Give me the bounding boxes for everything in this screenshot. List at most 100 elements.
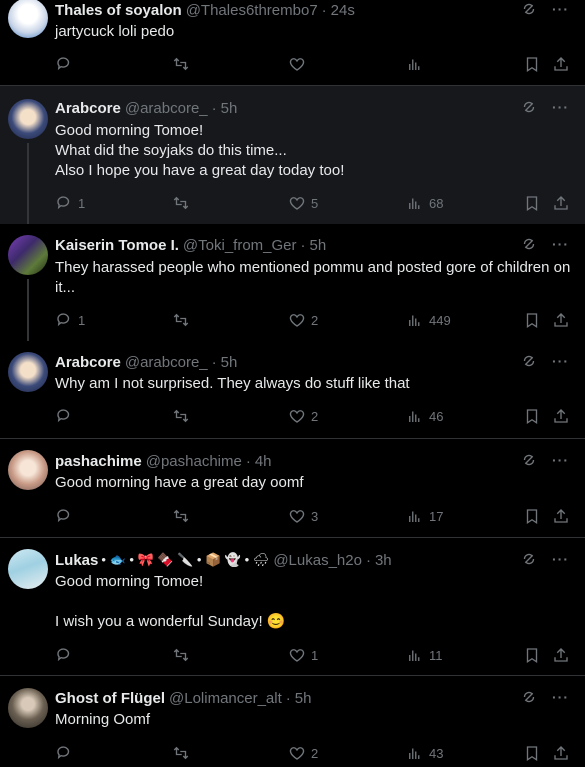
- like-button[interactable]: 2: [288, 406, 318, 426]
- reply-button[interactable]: [55, 743, 78, 763]
- display-name[interactable]: Kaiserin Tomoe I.: [55, 237, 179, 254]
- user-handle[interactable]: @Lukas_h2o: [273, 552, 362, 569]
- display-name[interactable]: Lukas: [55, 552, 98, 569]
- thread-line: [27, 279, 29, 341]
- tweet[interactable]: Arabcore @arabcore_ · 5h ··· Why am I no…: [0, 341, 585, 439]
- share-button[interactable]: [552, 406, 570, 426]
- grok-icon[interactable]: [520, 451, 538, 469]
- share-button[interactable]: [552, 310, 570, 330]
- grok-icon[interactable]: [520, 688, 538, 706]
- avatar[interactable]: [8, 235, 48, 275]
- user-handle[interactable]: @arabcore_: [125, 354, 208, 371]
- display-name[interactable]: Arabcore: [55, 100, 121, 117]
- separator: ·: [211, 99, 217, 117]
- tweet[interactable]: Ghost of Flügel @Lolimancer_alt · 5h ···…: [0, 676, 585, 767]
- more-icon[interactable]: ···: [552, 689, 569, 705]
- reply-button[interactable]: [55, 506, 78, 526]
- timestamp[interactable]: 24s: [331, 2, 355, 19]
- display-name[interactable]: Thales of soyalon: [55, 2, 182, 19]
- avatar[interactable]: [8, 0, 48, 38]
- timestamp[interactable]: 5h: [310, 237, 327, 254]
- grok-icon[interactable]: [520, 0, 538, 18]
- avatar[interactable]: [8, 688, 48, 728]
- display-name[interactable]: pashachime: [55, 453, 142, 470]
- avatar[interactable]: [8, 352, 48, 392]
- bookmark-button[interactable]: [523, 193, 541, 213]
- bookmark-button[interactable]: [523, 54, 541, 74]
- share-button[interactable]: [552, 645, 570, 665]
- avatar[interactable]: [8, 549, 48, 589]
- timestamp[interactable]: 5h: [221, 354, 238, 371]
- view-count: 43: [429, 745, 444, 761]
- share-button[interactable]: [552, 506, 570, 526]
- tweet[interactable]: Arabcore @arabcore_ · 5h ··· Good mornin…: [0, 86, 585, 224]
- views-button[interactable]: [406, 54, 429, 74]
- bookmark-button[interactable]: [523, 743, 541, 763]
- like-button[interactable]: 2: [288, 743, 318, 763]
- share-button[interactable]: [552, 193, 570, 213]
- retweet-button[interactable]: [172, 193, 195, 213]
- bookmark-button[interactable]: [523, 406, 541, 426]
- tweet[interactable]: Thales of soyalon @Thales6thrembo7 · 24s…: [0, 0, 585, 86]
- views-icon: [409, 410, 420, 423]
- reply-button[interactable]: [55, 54, 78, 74]
- more-icon[interactable]: ···: [552, 551, 569, 567]
- separator: ·: [300, 236, 306, 254]
- like-button[interactable]: 5: [288, 193, 318, 213]
- tweet[interactable]: Lukas • 🐟 • 🎀 🍫 🔪 • 📦 👻 • 🌧 @Lukas_h2o ·…: [0, 538, 585, 676]
- retweet-button[interactable]: [172, 310, 195, 330]
- grok-icon[interactable]: [520, 98, 538, 116]
- views-button[interactable]: 11: [406, 645, 443, 665]
- reply-button[interactable]: [55, 406, 78, 426]
- like-button[interactable]: 3: [288, 506, 318, 526]
- bookmark-button[interactable]: [523, 506, 541, 526]
- views-button[interactable]: 43: [406, 743, 443, 763]
- share-button[interactable]: [552, 54, 570, 74]
- tweet[interactable]: Kaiserin Tomoe I. @Toki_from_Ger · 5h ··…: [0, 224, 585, 341]
- views-button[interactable]: 449: [406, 310, 451, 330]
- user-handle[interactable]: @Thales6thrembo7: [186, 2, 318, 19]
- bookmark-button[interactable]: [523, 310, 541, 330]
- user-handle[interactable]: @arabcore_: [125, 100, 208, 117]
- more-icon[interactable]: ···: [552, 236, 569, 252]
- views-icon: [409, 649, 420, 662]
- views-icon: [409, 197, 420, 210]
- user-handle[interactable]: @pashachime: [146, 453, 242, 470]
- grok-icon[interactable]: [520, 550, 538, 568]
- more-icon[interactable]: ···: [552, 1, 569, 17]
- views-button[interactable]: 17: [406, 506, 443, 526]
- retweet-button[interactable]: [172, 506, 195, 526]
- retweet-button[interactable]: [172, 54, 195, 74]
- bookmark-icon: [526, 509, 538, 524]
- timestamp[interactable]: 4h: [255, 453, 272, 470]
- more-icon[interactable]: ···: [552, 99, 569, 115]
- reply-button[interactable]: [55, 645, 78, 665]
- reply-button[interactable]: 1: [55, 193, 85, 213]
- like-button[interactable]: 2: [288, 310, 318, 330]
- grok-icon[interactable]: [520, 235, 538, 253]
- display-name[interactable]: Arabcore: [55, 354, 121, 371]
- avatar[interactable]: [8, 99, 48, 139]
- reply-button[interactable]: 1: [55, 310, 85, 330]
- views-button[interactable]: 46: [406, 406, 443, 426]
- reply-icon: [57, 648, 70, 661]
- more-icon[interactable]: ···: [552, 452, 569, 468]
- retweet-button[interactable]: [172, 406, 195, 426]
- like-button[interactable]: [288, 54, 311, 74]
- retweet-button[interactable]: [172, 743, 195, 763]
- share-button[interactable]: [552, 743, 570, 763]
- more-icon[interactable]: ···: [552, 353, 569, 369]
- grok-icon[interactable]: [520, 352, 538, 370]
- display-name[interactable]: Ghost of Flügel: [55, 690, 165, 707]
- timestamp[interactable]: 5h: [221, 100, 238, 117]
- timestamp[interactable]: 5h: [295, 690, 312, 707]
- bookmark-button[interactable]: [523, 645, 541, 665]
- like-button[interactable]: 1: [288, 645, 318, 665]
- user-handle[interactable]: @Toki_from_Ger: [183, 237, 297, 254]
- user-handle[interactable]: @Lolimancer_alt: [169, 690, 282, 707]
- avatar[interactable]: [8, 450, 48, 490]
- timestamp[interactable]: 3h: [375, 552, 392, 569]
- views-button[interactable]: 68: [406, 193, 443, 213]
- tweet[interactable]: pashachime @pashachime · 4h ··· Good mor…: [0, 439, 585, 538]
- retweet-button[interactable]: [172, 645, 195, 665]
